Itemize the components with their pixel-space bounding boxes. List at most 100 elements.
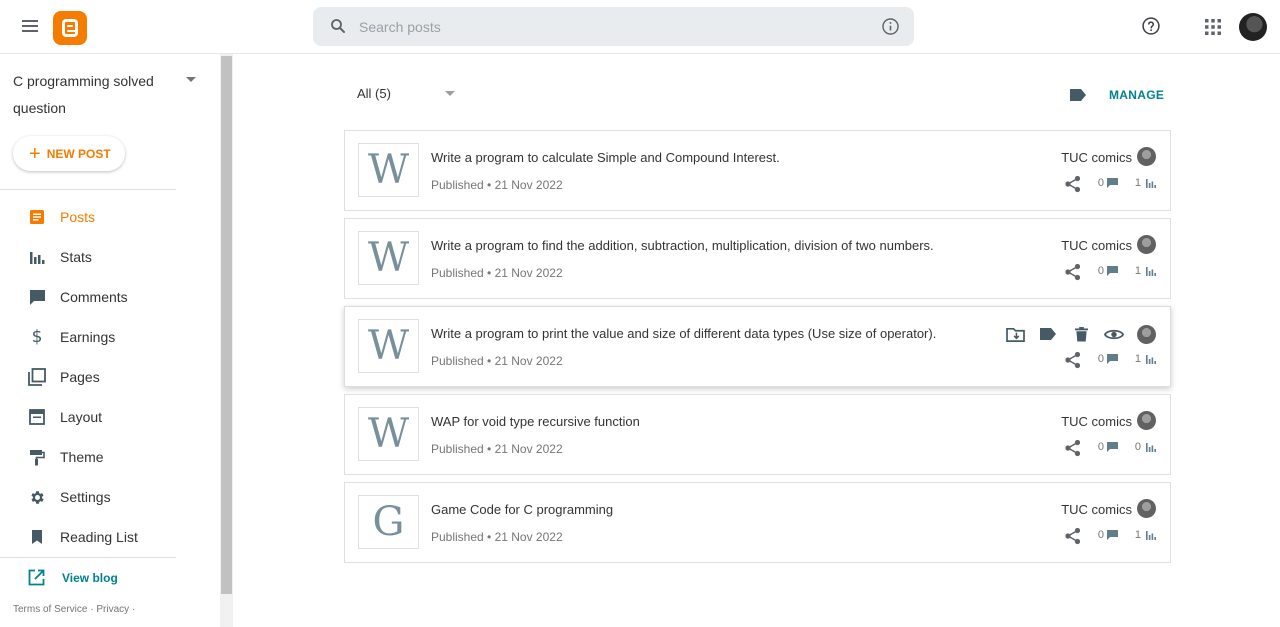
sidebar: C programming solved question + NEW POST… (0, 54, 220, 627)
view-blog-link[interactable]: View blog (28, 569, 118, 586)
share-icon[interactable] (1064, 439, 1082, 457)
view-count: 0 (1135, 441, 1156, 453)
post-title[interactable]: WAP for void type recursive function (431, 414, 640, 429)
blog-selector[interactable]: C programming solved question (13, 68, 183, 122)
sidebar-item-earnings[interactable]: $ Earnings (0, 317, 200, 357)
sidebar-item-theme[interactable]: Theme (0, 437, 200, 477)
post-status: Published • 21 Nov 2022 (431, 178, 563, 192)
sidebar-item-label: Pages (60, 369, 100, 385)
sidebar-item-label: Comments (60, 289, 128, 305)
view-icon[interactable] (1104, 324, 1124, 344)
sidebar-item-label: Stats (60, 249, 92, 265)
comment-icon (28, 288, 46, 306)
comment-count[interactable]: 0 (1098, 353, 1118, 365)
dollar-icon: $ (31, 327, 43, 347)
post-row[interactable]: W Write a program to find the addition, s… (344, 218, 1171, 299)
view-count: 1 (1135, 353, 1156, 365)
new-post-button[interactable]: + NEW POST (13, 136, 125, 171)
sidebar-nav: Posts Stats Comments $ Earnings Pages La… (0, 197, 200, 557)
sidebar-item-posts[interactable]: Posts (0, 197, 200, 237)
delete-icon[interactable] (1071, 324, 1091, 344)
search-input[interactable] (359, 7, 859, 46)
post-thumbnail: W (358, 143, 419, 197)
stats-icon (1146, 442, 1156, 452)
comment-count[interactable]: 0 (1098, 265, 1118, 277)
comment-icon (1107, 178, 1118, 188)
sidebar-item-label: Posts (60, 209, 96, 225)
share-icon[interactable] (1064, 263, 1082, 281)
terms-link[interactable]: Terms of Service (13, 604, 87, 615)
post-title[interactable]: Game Code for C programming (431, 502, 613, 517)
sidebar-item-layout[interactable]: Layout (0, 397, 200, 437)
sidebar-item-comments[interactable]: Comments (0, 277, 200, 317)
author-avatar (1137, 147, 1156, 166)
post-row[interactable]: W Write a program to print the value and … (344, 306, 1171, 387)
view-count: 1 (1135, 177, 1156, 189)
chevron-down-icon[interactable] (445, 91, 455, 96)
stats-icon (1146, 530, 1156, 540)
view-count-value: 1 (1134, 529, 1141, 541)
comment-icon (1107, 442, 1118, 452)
label-icon[interactable] (1038, 324, 1058, 344)
comment-count[interactable]: 0 (1098, 177, 1118, 189)
view-count-value: 1 (1134, 265, 1141, 277)
sidebar-item-label: Settings (60, 489, 111, 505)
comment-count-value: 0 (1097, 353, 1104, 365)
post-thumbnail: W (358, 407, 419, 461)
search-icon[interactable] (329, 17, 347, 35)
comment-icon (1107, 530, 1118, 540)
comment-count[interactable]: 0 (1098, 529, 1118, 541)
post-row[interactable]: G Game Code for C programming Published • … (344, 482, 1171, 563)
label-icon[interactable] (1069, 88, 1087, 102)
post-author: TUC comics (1061, 150, 1132, 165)
privacy-link[interactable]: Privacy (96, 604, 129, 615)
comment-count-value: 0 (1097, 441, 1104, 453)
help-icon[interactable] (1141, 16, 1161, 36)
share-icon[interactable] (1064, 351, 1082, 369)
comment-count[interactable]: 0 (1098, 441, 1118, 453)
sidebar-item-stats[interactable]: Stats (0, 237, 200, 277)
post-author: TUC comics (1061, 414, 1132, 429)
info-icon[interactable] (881, 17, 900, 36)
apps-grid-icon[interactable] (1205, 19, 1221, 35)
view-count-value: 1 (1134, 177, 1141, 189)
post-title[interactable]: Write a program to calculate Simple and … (431, 150, 780, 165)
post-title[interactable]: Write a program to find the addition, su… (431, 238, 934, 253)
comment-icon (1107, 266, 1118, 276)
post-row[interactable]: W Write a program to calculate Simple and… (344, 130, 1171, 211)
post-title[interactable]: Write a program to print the value and s… (431, 326, 936, 341)
sidebar-item-reading-list[interactable]: Reading List (0, 517, 200, 557)
author-avatar (1137, 235, 1156, 254)
pages-icon (28, 368, 46, 386)
comment-count-value: 0 (1097, 177, 1104, 189)
sidebar-item-pages[interactable]: Pages (0, 357, 200, 397)
bookmark-icon (28, 528, 46, 546)
view-count-value: 1 (1134, 353, 1141, 365)
post-actions (992, 324, 1156, 344)
share-icon[interactable] (1064, 175, 1082, 193)
search-bar (313, 7, 914, 46)
manage-labels-button[interactable]: MANAGE (1109, 88, 1164, 102)
posts-icon (28, 208, 46, 226)
post-author: TUC comics (1061, 238, 1132, 253)
chevron-down-icon[interactable] (186, 77, 196, 82)
sidebar-item-settings[interactable]: Settings (0, 477, 200, 517)
author-avatar (1137, 324, 1156, 344)
account-avatar[interactable] (1239, 13, 1267, 41)
scrollbar-thumb[interactable] (221, 56, 232, 594)
post-status: Published • 21 Nov 2022 (431, 442, 563, 456)
post-row[interactable]: W WAP for void type recursive function Pub… (344, 394, 1171, 475)
new-post-label: NEW POST (46, 146, 111, 161)
post-status: Published • 21 Nov 2022 (431, 530, 563, 544)
sidebar-scrollbar[interactable] (220, 54, 233, 627)
sidebar-item-label: Earnings (60, 329, 116, 345)
post-status: Published • 21 Nov 2022 (431, 354, 563, 368)
share-icon[interactable] (1064, 527, 1082, 545)
move-to-draft-icon[interactable] (1005, 324, 1025, 344)
menu-icon[interactable] (20, 17, 40, 37)
layout-icon (28, 408, 46, 426)
open-external-icon (28, 569, 45, 586)
post-thumbnail: W (358, 319, 419, 373)
blogger-logo[interactable] (53, 11, 87, 45)
post-filter-dropdown[interactable]: All (5) (357, 86, 391, 101)
